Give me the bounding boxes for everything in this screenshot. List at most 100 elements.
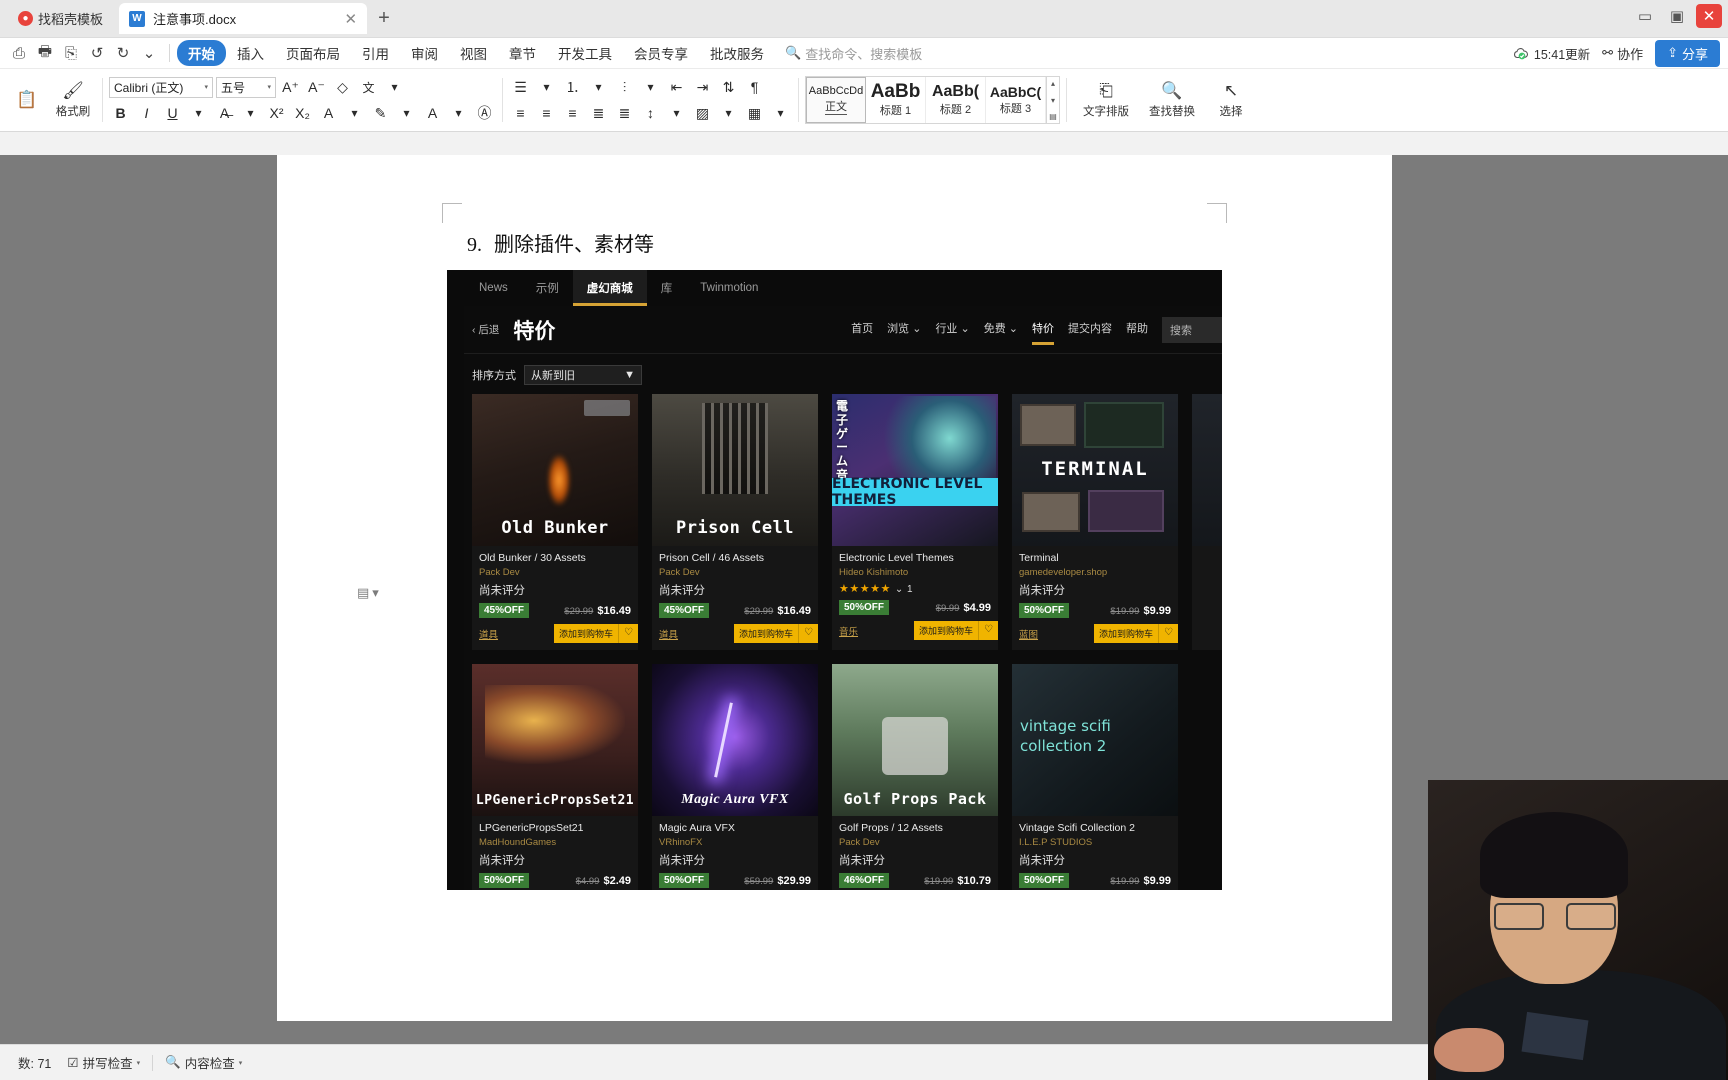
sort-icon[interactable]: ⇅ xyxy=(717,76,740,98)
font-size-combobox[interactable]: 五号 ▾ xyxy=(216,76,276,98)
product-name[interactable]: Old Bunker / 30 Assets xyxy=(479,552,631,564)
superscript-icon[interactable]: X² xyxy=(265,102,288,124)
product-name[interactable]: Golf Props / 12 Assets xyxy=(839,822,991,834)
product-thumbnail[interactable]: Golf Props Pack xyxy=(832,664,998,816)
chevron-down-icon[interactable]: ▾ xyxy=(665,102,688,124)
document-tab[interactable]: W 注意事项.docx ✕ xyxy=(119,3,368,34)
multilevel-list-icon[interactable]: ⫶ xyxy=(613,76,636,98)
wishlist-heart-icon[interactable]: ♡ xyxy=(798,624,818,643)
product-thumbnail[interactable]: TERMINAL xyxy=(1012,394,1178,546)
ribbon-tab-developer[interactable]: 开发工具 xyxy=(547,40,623,66)
share-button[interactable]: ⇪ 分享 xyxy=(1655,39,1720,67)
product-thumbnail[interactable]: Old Bunker xyxy=(472,394,638,546)
ribbon-tab-section[interactable]: 章节 xyxy=(498,40,547,66)
launcher-tab-library[interactable]: 库 xyxy=(647,270,687,306)
ribbon-tab-insert[interactable]: 插入 xyxy=(226,40,275,66)
character-border-icon[interactable]: A xyxy=(317,102,340,124)
launcher-tab-twinmotion[interactable]: Twinmotion xyxy=(686,270,772,306)
product-thumbnail[interactable]: 電子ゲーム音楽 ELECTRONIC LEVEL THEMES xyxy=(832,394,998,546)
find-template-button[interactable]: ● 找稻壳模板 xyxy=(8,0,113,37)
close-tab-icon[interactable]: ✕ xyxy=(344,10,357,28)
find-replace-button[interactable]: 🔍 查找替换 xyxy=(1139,81,1205,119)
redo-icon[interactable]: ↻ xyxy=(110,40,136,66)
add-to-cart-button[interactable]: 添加到购物车 xyxy=(734,624,799,643)
product-author[interactable]: gamedeveloper.shop xyxy=(1019,567,1171,578)
chevron-down-icon[interactable]: ▾ xyxy=(395,102,418,124)
spell-check-button[interactable]: ☑ 拼写检查 ▾ xyxy=(59,1053,148,1072)
line-spacing-icon[interactable]: ↕ xyxy=(639,102,662,124)
highlight-color-icon[interactable]: ✎ xyxy=(369,102,392,124)
product-author[interactable]: Hideo Kishimoto xyxy=(839,567,991,578)
scroll-down-icon[interactable]: ▾ xyxy=(1051,96,1055,105)
numbering-icon[interactable]: ⒈ xyxy=(561,76,584,98)
borders-icon[interactable]: ▦ xyxy=(743,102,766,124)
chevron-down-icon[interactable]: ▾ xyxy=(187,102,210,124)
product-name[interactable]: Magic Aura VFX xyxy=(659,822,811,834)
undo-icon[interactable]: ↺ xyxy=(84,40,110,66)
increase-indent-icon[interactable]: ⇥ xyxy=(691,76,714,98)
sort-select[interactable]: 从新到旧 ▼ xyxy=(524,365,642,385)
clear-formatting-icon[interactable]: ◇ xyxy=(331,76,354,98)
product-card[interactable]: Prison Cell Prison Cell / 46 Assets Pack… xyxy=(652,394,818,650)
product-card[interactable]: 電子ゲーム音楽 ELECTRONIC LEVEL THEMES Electron… xyxy=(832,394,998,650)
decrease-indent-icon[interactable]: ⇤ xyxy=(665,76,688,98)
align-left-icon[interactable]: ≡ xyxy=(509,102,532,124)
chevron-down-icon[interactable]: ▾ xyxy=(383,76,406,98)
grow-font-icon[interactable]: A⁺ xyxy=(279,76,302,98)
ribbon-tab-view[interactable]: 视图 xyxy=(449,40,498,66)
format-painter-button[interactable]: 🖌 格式刷 xyxy=(50,81,96,119)
italic-icon[interactable]: I xyxy=(135,102,158,124)
subscript-icon[interactable]: X₂ xyxy=(291,102,314,124)
product-author[interactable]: I.L.E.P STUDIOS xyxy=(1019,837,1171,848)
ribbon-tab-page-layout[interactable]: 页面布局 xyxy=(275,40,351,66)
chevron-down-icon[interactable]: ▾ xyxy=(717,102,740,124)
menu-item-free[interactable]: 免费 ⌄ xyxy=(984,320,1018,339)
chevron-down-icon[interactable]: ▾ xyxy=(447,102,470,124)
product-name[interactable]: LPGenericPropsSet21 xyxy=(479,822,631,834)
marketplace-search-input[interactable]: 搜索 xyxy=(1162,316,1222,343)
style-item-heading1[interactable]: AaBb 标题 1 xyxy=(866,77,926,123)
scroll-up-icon[interactable]: ▴ xyxy=(1051,79,1055,88)
ribbon-tab-review[interactable]: 审阅 xyxy=(400,40,449,66)
launcher-tab-marketplace[interactable]: 虚幻商城 xyxy=(572,270,647,306)
wishlist-heart-icon[interactable]: ♡ xyxy=(978,621,998,640)
embedded-screenshot-image[interactable]: News 示例 虚幻商城 库 Twinmotion ‹ 后退 特价 首页 浏览 … xyxy=(447,270,1222,890)
product-name[interactable]: Vintage Scifi Collection 2 xyxy=(1019,822,1171,834)
close-window-icon[interactable]: ✕ xyxy=(1696,4,1722,28)
align-center-icon[interactable]: ≡ xyxy=(535,102,558,124)
cloud-sync-status[interactable]: 15:41更新 xyxy=(1513,44,1590,63)
command-search[interactable]: 🔍 查找命令、搜索模板 xyxy=(785,44,922,63)
product-thumbnail[interactable] xyxy=(1192,394,1222,546)
product-card[interactable]: TERMINAL Terminal gamedeveloper.shop 尚未评… xyxy=(1012,394,1178,650)
product-author[interactable]: Pack Dev xyxy=(839,837,991,848)
print-preview-icon[interactable]: ⎘ xyxy=(58,40,84,66)
product-card[interactable]: LPGenericPropsSet21 LPGenericPropsSet21 … xyxy=(472,664,638,890)
minimize-icon[interactable]: ▭ xyxy=(1632,4,1658,28)
content-check-button[interactable]: 🔍 内容检查 ▾ xyxy=(157,1053,250,1072)
product-card[interactable]: Magic Aura VFX Magic Aura VFX VRhinoFX 尚… xyxy=(652,664,818,890)
character-shading-icon[interactable]: Ⓐ xyxy=(473,102,496,124)
product-thumbnail[interactable]: Magic Aura VFX xyxy=(652,664,818,816)
align-justify-icon[interactable]: ≣ xyxy=(587,102,610,124)
product-thumbnail[interactable]: LPGenericPropsSet21 xyxy=(472,664,638,816)
product-author[interactable]: VRhinoFX xyxy=(659,837,811,848)
style-gallery-scroll[interactable]: ▴ ▾ ▤ xyxy=(1047,76,1060,124)
product-author[interactable]: Pack Dev xyxy=(479,567,631,578)
underline-icon[interactable]: U xyxy=(161,102,184,124)
shrink-font-icon[interactable]: A⁻ xyxy=(305,76,328,98)
product-name[interactable]: Electronic Level Themes xyxy=(839,552,991,564)
chevron-down-icon[interactable]: ▾ xyxy=(343,102,366,124)
show-marks-icon[interactable]: ¶ xyxy=(743,76,766,98)
new-tab-button[interactable]: + xyxy=(367,3,401,34)
chevron-down-icon[interactable]: ▾ xyxy=(239,102,262,124)
maximize-icon[interactable]: ▣ xyxy=(1664,4,1690,28)
chevron-down-icon[interactable]: ▾ xyxy=(535,76,558,98)
chevron-down-icon[interactable]: ▾ xyxy=(769,102,792,124)
ribbon-tab-correction[interactable]: 批改服务 xyxy=(699,40,775,66)
font-name-combobox[interactable]: Calibri (正文) ▾ xyxy=(109,76,213,98)
menu-item-sale[interactable]: 特价 xyxy=(1032,320,1054,345)
product-category-tag[interactable]: 音乐 xyxy=(839,624,858,638)
bullets-icon[interactable]: ☰ xyxy=(509,76,532,98)
add-to-cart-button[interactable]: 添加到购物车 xyxy=(914,621,979,640)
chevron-down-icon[interactable]: ▾ xyxy=(587,76,610,98)
